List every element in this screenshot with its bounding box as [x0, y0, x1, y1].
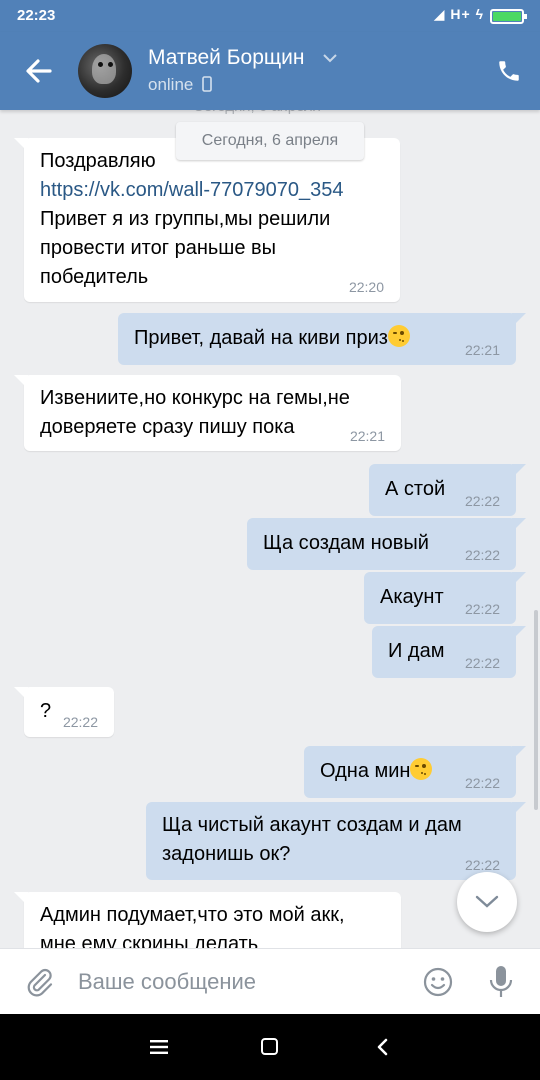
message-text: победитель: [40, 266, 149, 288]
battery-icon: [490, 9, 527, 24]
message-text: провести итог раньше вы: [40, 237, 277, 259]
message-text: задонишь ок?: [162, 843, 291, 865]
status-time: 22:23: [17, 7, 56, 24]
outgoing-message[interactable]: Ща чистый акаунт создам и дам задонишь о…: [146, 802, 526, 880]
message-text: Одна мин: [320, 760, 411, 782]
home-icon[interactable]: [261, 1038, 278, 1055]
paperclip-icon: [27, 968, 53, 997]
chevron-down-icon: [475, 895, 499, 908]
date-divider: Сегодня, 6 апреля: [193, 110, 321, 115]
outgoing-message[interactable]: Одна мин 22:22: [304, 746, 526, 798]
chevron-down-icon[interactable]: [323, 53, 337, 63]
incoming-message[interactable]: ? 22:22: [14, 687, 114, 737]
charging-icon: ϟ: [475, 6, 484, 22]
message-time: 22:22: [464, 857, 500, 873]
emoji-button[interactable]: [422, 966, 454, 998]
contact-name[interactable]: Матвей Борщин: [148, 46, 304, 70]
message-time: 22:22: [464, 655, 500, 671]
attach-button[interactable]: [24, 966, 56, 998]
call-button[interactable]: [496, 58, 522, 84]
network-type: H+: [450, 6, 471, 22]
signal-indicator: ◢ H+ ϟ: [434, 6, 484, 23]
smiley-icon: [423, 967, 453, 997]
message-text: Привет, давай на киви приз: [134, 327, 388, 349]
signal-bars-icon: ◢: [433, 6, 446, 22]
message-time: 22:21: [464, 342, 500, 358]
wink-emoji-icon: [387, 325, 410, 347]
incoming-message[interactable]: Извениите,но конкурс на гемы,не доверяет…: [14, 375, 401, 451]
outgoing-message[interactable]: А стой 22:22: [369, 464, 526, 516]
arrow-left-icon: [26, 59, 52, 83]
message-list[interactable]: Сегодня, 6 апреля Сегодня, 6 апреля Позд…: [0, 110, 540, 948]
message-text: Ща создам новый: [263, 532, 429, 554]
message-time: 22:22: [464, 493, 500, 509]
nav-back-icon[interactable]: [374, 1038, 392, 1056]
message-text: мне ему скрины делать: [40, 933, 259, 948]
outgoing-message[interactable]: И дам 22:22: [372, 626, 526, 678]
message-input[interactable]: [78, 963, 398, 1001]
floating-date-pill: Сегодня, 6 апреля: [176, 122, 364, 160]
status-text: online: [148, 75, 194, 94]
online-status: online: [148, 75, 212, 95]
message-text: ?: [40, 700, 52, 722]
message-text: Ща чистый акаунт создам и дам: [162, 814, 462, 836]
chat-header: Матвей Борщин online: [0, 32, 540, 110]
wink-emoji-icon: [410, 758, 433, 780]
status-bar: 22:23 ◢ H+ ϟ: [0, 0, 540, 32]
message-text: Извениите,но конкурс на гемы,не: [40, 387, 350, 409]
scroll-to-bottom-button[interactable]: [457, 872, 517, 932]
system-nav-bar: [0, 1014, 540, 1080]
phone-icon: [499, 61, 519, 81]
avatar[interactable]: [78, 44, 132, 98]
incoming-message[interactable]: Поздравляю https://vk.com/wall-77079070_…: [14, 138, 400, 302]
message-time: 22:22: [464, 601, 500, 617]
message-time: 22:22: [464, 547, 500, 563]
menu-icon[interactable]: [150, 1040, 168, 1054]
microphone-icon: [489, 966, 513, 997]
message-time: 22:21: [349, 428, 385, 444]
mobile-device-icon: [202, 76, 212, 92]
message-link[interactable]: https://vk.com/wall-77079070_354: [40, 176, 384, 205]
message-time: 22:22: [464, 775, 500, 791]
outgoing-message[interactable]: Акаунт 22:22: [364, 572, 526, 624]
outgoing-message[interactable]: Привет, давай на киви приз 22:21: [118, 313, 526, 365]
message-time: 22:22: [62, 714, 98, 730]
message-text: Привет я из группы,мы решили: [40, 208, 331, 230]
back-button[interactable]: [22, 54, 56, 88]
message-time: 22:20: [348, 279, 384, 295]
message-text: И дам: [388, 640, 445, 662]
incoming-message[interactable]: Админ подумает,что это мой акк, мне ему …: [14, 892, 401, 948]
message-text: А стой: [385, 478, 446, 500]
outgoing-message[interactable]: Ща создам новый 22:22: [247, 518, 526, 570]
voice-message-button[interactable]: [486, 964, 516, 1000]
scrollbar[interactable]: [534, 610, 538, 810]
message-text: Акаунт: [380, 586, 444, 608]
message-text: Админ подумает,что это мой акк,: [40, 904, 345, 926]
message-text: доверяете сразу пишу пока: [40, 416, 295, 438]
message-composer: [0, 948, 540, 1014]
